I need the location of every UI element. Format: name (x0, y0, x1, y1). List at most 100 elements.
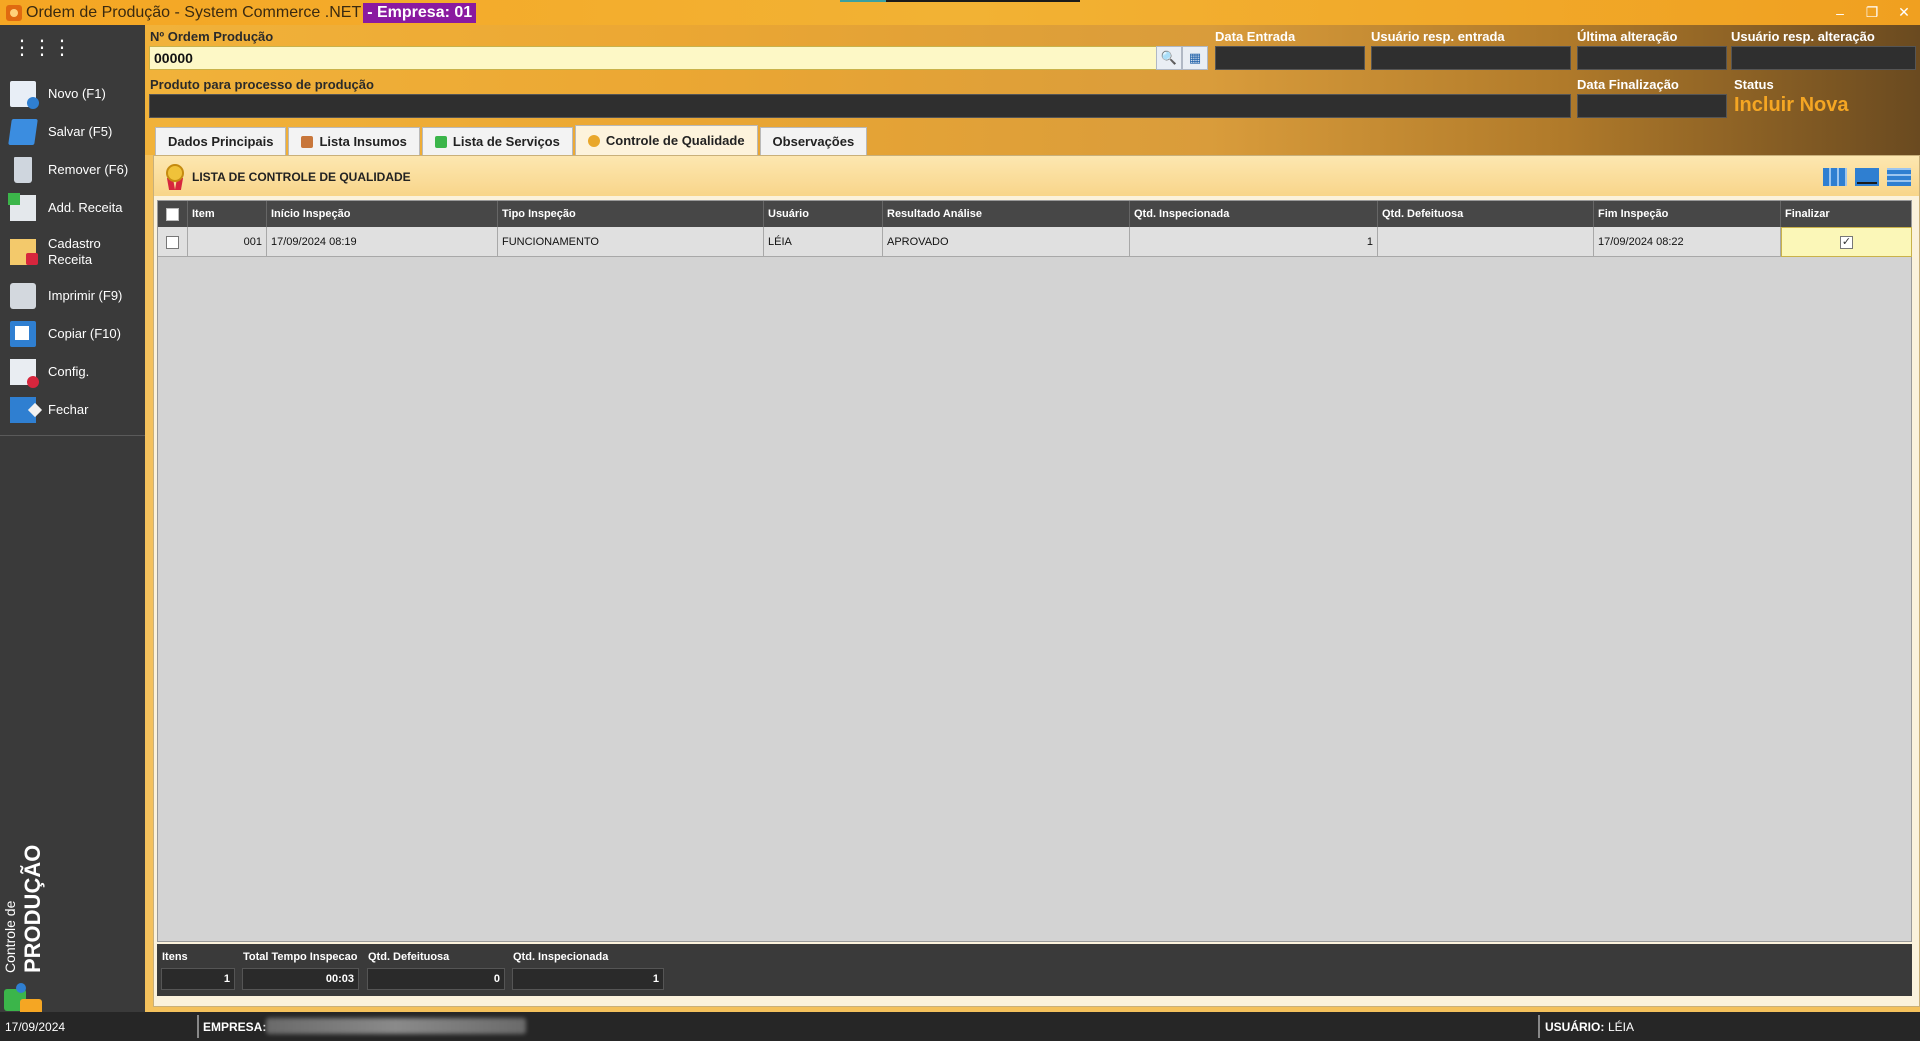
itens-label: Itens (162, 951, 188, 963)
sidebar-item-fechar[interactable]: Fechar (0, 391, 145, 429)
worker-icon (434, 135, 447, 148)
status-usuario-label: USUÁRIO: (1545, 1020, 1605, 1034)
sidebar-item-label: Salvar (F5) (48, 124, 113, 139)
window-controls: – ❐ ✕ (1824, 0, 1920, 25)
cell-qtd-defeituosa (1378, 227, 1594, 257)
status-value: Incluir Nova (1734, 94, 1849, 116)
ultima-alteracao-label: Última alteração (1577, 29, 1678, 44)
sidebar-item-cadastro-receita[interactable]: Cadastro Receita (0, 227, 145, 277)
recipe-register-icon (10, 239, 38, 265)
sidebar-item-config[interactable]: Config. (0, 353, 145, 391)
status-empresa-redacted (266, 1018, 526, 1034)
status-separator (1538, 1015, 1540, 1038)
search-icon[interactable]: 🔍 (1156, 46, 1182, 70)
column-header[interactable]: Item (188, 201, 267, 227)
empresa-badge: - Empresa: 01 (363, 2, 477, 23)
column-header[interactable]: Qtd. Defeituosa (1378, 201, 1594, 227)
cell-inicio: 17/09/2024 08:19 (267, 227, 498, 257)
column-header[interactable]: Usuário (764, 201, 883, 227)
tab-label: Observações (772, 134, 855, 149)
sidebar: ⋮⋮⋮ Novo (F1) Salvar (F5) Remover (F6) A… (0, 25, 145, 1021)
finalizar-checkbox[interactable]: ✓ (1840, 235, 1853, 249)
usuario-alteracao-field (1731, 46, 1916, 70)
column-header[interactable]: Finalizar (1781, 201, 1912, 227)
award-ribbon-icon (166, 164, 184, 190)
config-icon (10, 359, 39, 388)
title-bar: Ordem de Produção - System Commerce .NET… (0, 0, 1920, 25)
save-icon (8, 119, 38, 145)
column-header[interactable]: Resultado Análise (883, 201, 1130, 227)
data-finalizacao-label: Data Finalização (1577, 77, 1679, 92)
select-all-column (158, 201, 188, 227)
minimize-button[interactable]: – (1824, 0, 1856, 25)
column-header[interactable]: Qtd. Inspecionada (1130, 201, 1378, 227)
row-select-checkbox[interactable] (166, 235, 179, 249)
column-header[interactable]: Fim Inspeção (1594, 201, 1781, 227)
sidebar-item-imprimir[interactable]: Imprimir (F9) (0, 277, 145, 315)
usuario-entrada-field (1371, 46, 1571, 70)
table-header: Item Início Inspeção Tipo Inspeção Usuár… (158, 201, 1911, 227)
ordem-input[interactable]: 00000 (149, 46, 1157, 70)
cell-usuario: LÉIA (764, 227, 883, 257)
column-header[interactable]: Início Inspeção (267, 201, 498, 227)
select-all-checkbox[interactable] (166, 207, 179, 221)
quality-control-panel: LISTA DE CONTROLE DE QUALIDADE Item Iníc… (153, 155, 1920, 1007)
status-label: Status (1734, 77, 1774, 92)
cell-resultado: APROVADO (883, 227, 1130, 257)
ultima-alteracao-field (1577, 46, 1727, 70)
inspecionada-label: Qtd. Inspecionada (513, 951, 609, 963)
quality-table: Item Início Inspeção Tipo Inspeção Usuár… (157, 200, 1912, 942)
award-icon (587, 134, 600, 147)
fit-columns-icon[interactable] (1855, 168, 1879, 186)
box-icon (301, 135, 314, 148)
restore-button[interactable]: ❐ (1856, 0, 1888, 25)
sidebar-menu: Novo (F1) Salvar (F5) Remover (F6) Add. … (0, 75, 145, 436)
cell-qtd-inspecionada: 1 (1130, 227, 1378, 257)
tab-label: Lista Insumos (319, 134, 407, 149)
sidebar-item-copiar[interactable]: Copiar (F10) (0, 315, 145, 353)
status-usuario-value: LÉIA (1608, 1020, 1635, 1034)
cell-finalizar[interactable]: ✓ (1781, 227, 1912, 257)
tab-dados-principais[interactable]: Dados Principais (155, 127, 287, 155)
status-date: 17/09/2024 (5, 1020, 66, 1034)
column-header[interactable]: Tipo Inspeção (498, 201, 764, 227)
app-icon (6, 4, 22, 21)
expand-columns-icon[interactable] (1887, 168, 1911, 186)
table-row[interactable]: 001 17/09/2024 08:19 FUNCIONAMENTO LÉIA … (158, 227, 1912, 257)
tab-lista-servicos[interactable]: Lista de Serviços (421, 127, 573, 155)
sidebar-item-label: Remover (F6) (48, 162, 129, 177)
add-recipe-icon (8, 193, 36, 221)
usuario-alteracao-label: Usuário resp. alteração (1731, 29, 1875, 44)
data-entrada-field (1215, 46, 1365, 70)
cell-tipo: FUNCIONAMENTO (498, 227, 764, 257)
status-bar: 17/09/2024 EMPRESA: USUÁRIO: LÉIA (0, 1012, 1920, 1041)
section-header: LISTA DE CONTROLE DE QUALIDADE (154, 156, 1919, 196)
sidebar-item-novo[interactable]: Novo (F1) (0, 75, 145, 113)
printer-icon (10, 283, 36, 309)
grid-tools (1815, 168, 1911, 186)
module-brand: Controle de PRODUÇÃO (0, 815, 50, 975)
sidebar-item-add-receita[interactable]: Add. Receita (0, 189, 145, 227)
itens-value: 1 (161, 968, 235, 990)
apps-grid-icon[interactable]: ⋮⋮⋮ (12, 37, 72, 59)
usuario-entrada-label: Usuário resp. entrada (1371, 29, 1505, 44)
section-title: LISTA DE CONTROLE DE QUALIDADE (192, 170, 411, 184)
advanced-search-icon[interactable]: ▦ (1182, 46, 1208, 70)
produto-input[interactable] (149, 94, 1571, 118)
sidebar-item-salvar[interactable]: Salvar (F5) (0, 113, 145, 151)
status-empresa-label: EMPRESA: (203, 1020, 267, 1034)
close-button[interactable]: ✕ (1888, 0, 1920, 25)
tab-controle-qualidade[interactable]: Controle de Qualidade (574, 125, 758, 155)
tempo-value: 00:03 (242, 968, 359, 990)
sidebar-item-remover[interactable]: Remover (F6) (0, 151, 145, 189)
tab-lista-insumos[interactable]: Lista Insumos (288, 127, 420, 155)
grid-percent-icon[interactable] (1823, 168, 1847, 186)
module-name-big: PRODUÇÃO (20, 844, 45, 973)
row-select-cell (158, 227, 188, 257)
content-panel: LISTA DE CONTROLE DE QUALIDADE Item Iníc… (145, 155, 1920, 1012)
tab-observacoes[interactable]: Observações (759, 127, 868, 155)
sidebar-item-label: Cadastro Receita (48, 236, 101, 267)
exit-icon (10, 397, 36, 423)
tempo-label: Total Tempo Inspecao (243, 951, 358, 963)
produto-label: Produto para processo de produção (150, 77, 374, 92)
